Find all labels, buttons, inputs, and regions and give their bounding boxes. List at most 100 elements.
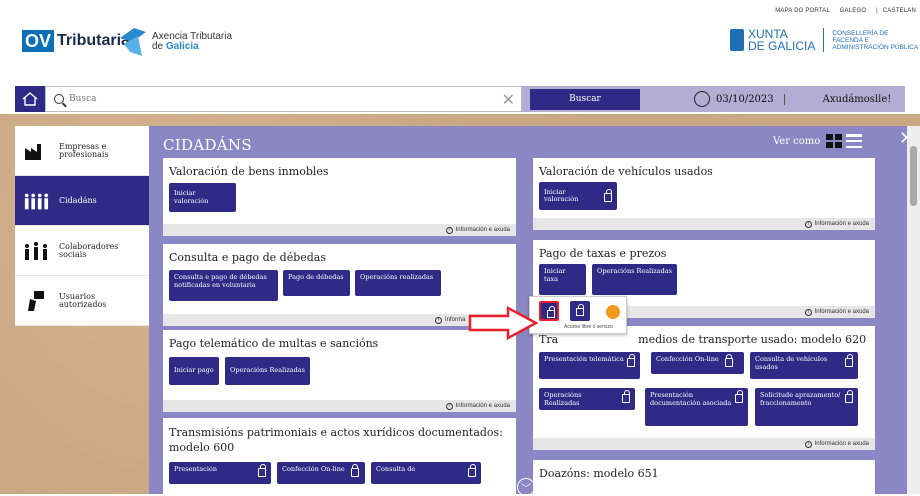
portal-map-link[interactable]: MAPA DO PORTAL — [775, 8, 830, 14]
xunta-name: XUNTA DE GALICIA — [748, 27, 816, 53]
sidebar-item-usuarios[interactable]: Usuarios autorizados — [15, 276, 149, 326]
info-help-link[interactable]: i Información e axuda — [533, 218, 875, 230]
authorized-users-icon — [23, 290, 49, 311]
card-title: Tra medios de transporte usado: modelo 62… — [539, 333, 867, 346]
clear-search-icon[interactable]: ✕ — [502, 90, 515, 110]
scroll-arrows: ︿ ﹀ — [497, 478, 537, 496]
search-field: ✕ — [45, 86, 522, 112]
start-vehicle-valuation-button[interactable]: Iniciar valoración — [539, 182, 617, 210]
info-icon: i — [445, 226, 453, 234]
lock-icon — [627, 354, 635, 367]
home-icon — [22, 92, 38, 106]
info-icon: i — [435, 316, 442, 324]
current-date: 03/10/2023 — [716, 93, 785, 105]
info-icon: i — [804, 440, 812, 448]
info-help-link[interactable]: i Informa — [163, 314, 516, 326]
card-multas: Pago telemático de multas e sancións Ini… — [163, 330, 516, 412]
free-access-lock-icon[interactable] — [539, 301, 559, 321]
query-600-button[interactable]: Consulta de — [371, 462, 481, 484]
card-title: Consulta e pago de débedas — [169, 251, 327, 264]
search-icon — [54, 94, 64, 104]
lock-icon[interactable] — [570, 301, 590, 321]
sidebar-item-label: Cidadáns — [59, 195, 97, 205]
lock-icon — [735, 390, 743, 403]
certificate-icon[interactable] — [606, 305, 620, 319]
debt-consult-button[interactable]: Consulta e pago de débedas notificadas e… — [169, 270, 278, 301]
ov-mark: OV — [22, 30, 55, 52]
date-display: 03/10/2023 — [694, 91, 785, 107]
used-vehicle-query-button[interactable]: Consulta de vehículos usados — [750, 352, 858, 379]
atriga-logo[interactable]: Axencia Tributaria de Galicia — [120, 28, 232, 56]
scroll-up-icon[interactable]: ︿ — [497, 478, 515, 496]
deferral-request-button[interactable]: Solicitude aprazamento/ fraccionamento — [755, 388, 858, 426]
help-link[interactable]: Axudámoslle! — [823, 94, 892, 105]
grid-view-icon[interactable] — [826, 134, 843, 148]
top-links: MAPA DO PORTAL GALEGO | CASTELAN — [767, 8, 916, 14]
galego-link[interactable]: GALEGO — [840, 8, 867, 14]
card-title: Pago telemático de multas e sancións — [169, 337, 379, 350]
page-title: CIDADÁNS — [163, 136, 252, 154]
sidebar-item-empresas[interactable]: Empresas e profesionais — [15, 126, 149, 176]
card-vehiculos-usados: Valoración de vehículos usados Iniciar v… — [533, 158, 875, 230]
conselleria-name: CONSELLERÍA DE FACENDA E ADMINISTRACIÓN … — [832, 29, 919, 51]
info-help-link[interactable]: i Información e axuda — [163, 400, 516, 412]
lock-icon — [724, 354, 733, 367]
people-icon — [23, 191, 49, 211]
clock-icon — [694, 91, 710, 107]
debt-payment-button[interactable]: Pago de débedas — [283, 270, 350, 296]
home-button[interactable] — [15, 86, 45, 112]
atriga-mark-icon — [120, 28, 146, 56]
annotation-arrow — [468, 306, 538, 340]
profile-sidebar: Empresas e profesionais Cidadáns Colabora… — [15, 126, 149, 326]
sidebar-item-colaboradores[interactable]: Colaboradores sociais — [15, 226, 149, 276]
card-title: Valoración de bens inmobles — [169, 165, 329, 178]
atriga-text: Axencia Tributaria de Galicia — [152, 31, 233, 52]
operations-done-button[interactable]: Operacións realizadas — [355, 270, 441, 296]
tooltip: Acceso libre ó servizo — [564, 324, 613, 330]
castelan-link[interactable]: CASTELAN — [883, 8, 916, 14]
online-form-600-button[interactable]: Confección On-line — [277, 462, 365, 484]
xunta-shield-icon — [730, 29, 744, 51]
presentation-button[interactable]: Presentación — [169, 462, 271, 484]
lock-icon — [468, 464, 476, 477]
start-valuation-button[interactable]: Iniciar valoración — [169, 183, 236, 212]
info-icon: i — [804, 308, 812, 316]
telematic-submission-button[interactable]: Presentación telemática — [539, 352, 640, 379]
site-header: MAPA DO PORTAL GALEGO | CASTELAN OV Trib… — [0, 0, 920, 84]
fines-operations-button[interactable]: Operacións Realizadas — [225, 357, 310, 385]
start-payment-button[interactable]: Iniciar pago — [169, 357, 219, 385]
scroll-down-icon[interactable]: ﹀ — [517, 478, 535, 496]
view-switcher: Ver como — [773, 134, 863, 148]
factory-icon — [23, 141, 49, 161]
xunta-logo[interactable]: XUNTA DE GALICIA CONSELLERÍA DE FACENDA … — [730, 28, 918, 52]
start-fee-button[interactable]: Iniciar taxa — [539, 264, 586, 295]
card-doazons-651: Doazóns: modelo 651 — [533, 460, 875, 494]
search-button[interactable]: Buscar — [530, 88, 640, 110]
info-icon: i — [804, 220, 812, 228]
links-separator: | — [876, 8, 878, 14]
lock-icon — [604, 188, 612, 202]
online-form-button[interactable]: Confección On-line — [651, 352, 744, 374]
lock-icon — [845, 354, 853, 367]
transport-operations-button[interactable]: Operacións Realizadas — [539, 388, 635, 410]
sidebar-item-cidadans[interactable]: Cidadáns — [15, 176, 149, 226]
document-submission-button[interactable]: Presentación documentación asociada — [645, 388, 748, 426]
card-debedas: Consulta e pago de débedas Consulta e pa… — [163, 244, 516, 326]
ov-tributaria-logo[interactable]: OV Tributaria — [22, 30, 130, 52]
view-as-label: Ver como — [773, 135, 821, 147]
card-transmisions-600: Transmisións patrimoniais e actos xurídi… — [163, 418, 516, 494]
info-help-link[interactable]: i Información e axuda — [533, 438, 875, 450]
list-view-icon[interactable] — [846, 134, 863, 148]
info-icon: i — [445, 402, 453, 410]
scrollbar[interactable] — [907, 126, 920, 494]
card-bens-inmobles: Valoración de bens inmobles Iniciar valo… — [163, 158, 516, 236]
info-help-link[interactable]: i Información e axuda — [163, 224, 516, 236]
fee-operations-button[interactable]: Operacións Realizadas — [592, 264, 677, 295]
search-input[interactable] — [69, 94, 469, 104]
lock-icon — [350, 464, 359, 477]
card-title: Valoración de vehículos usados — [539, 165, 713, 178]
sidebar-item-label: Usuarios autorizados — [59, 291, 107, 309]
sidebar-item-label: Colaboradores sociais — [59, 241, 119, 259]
sidebar-item-label: Empresas e profesionais — [59, 141, 109, 159]
scrollbar-thumb[interactable] — [910, 146, 917, 206]
